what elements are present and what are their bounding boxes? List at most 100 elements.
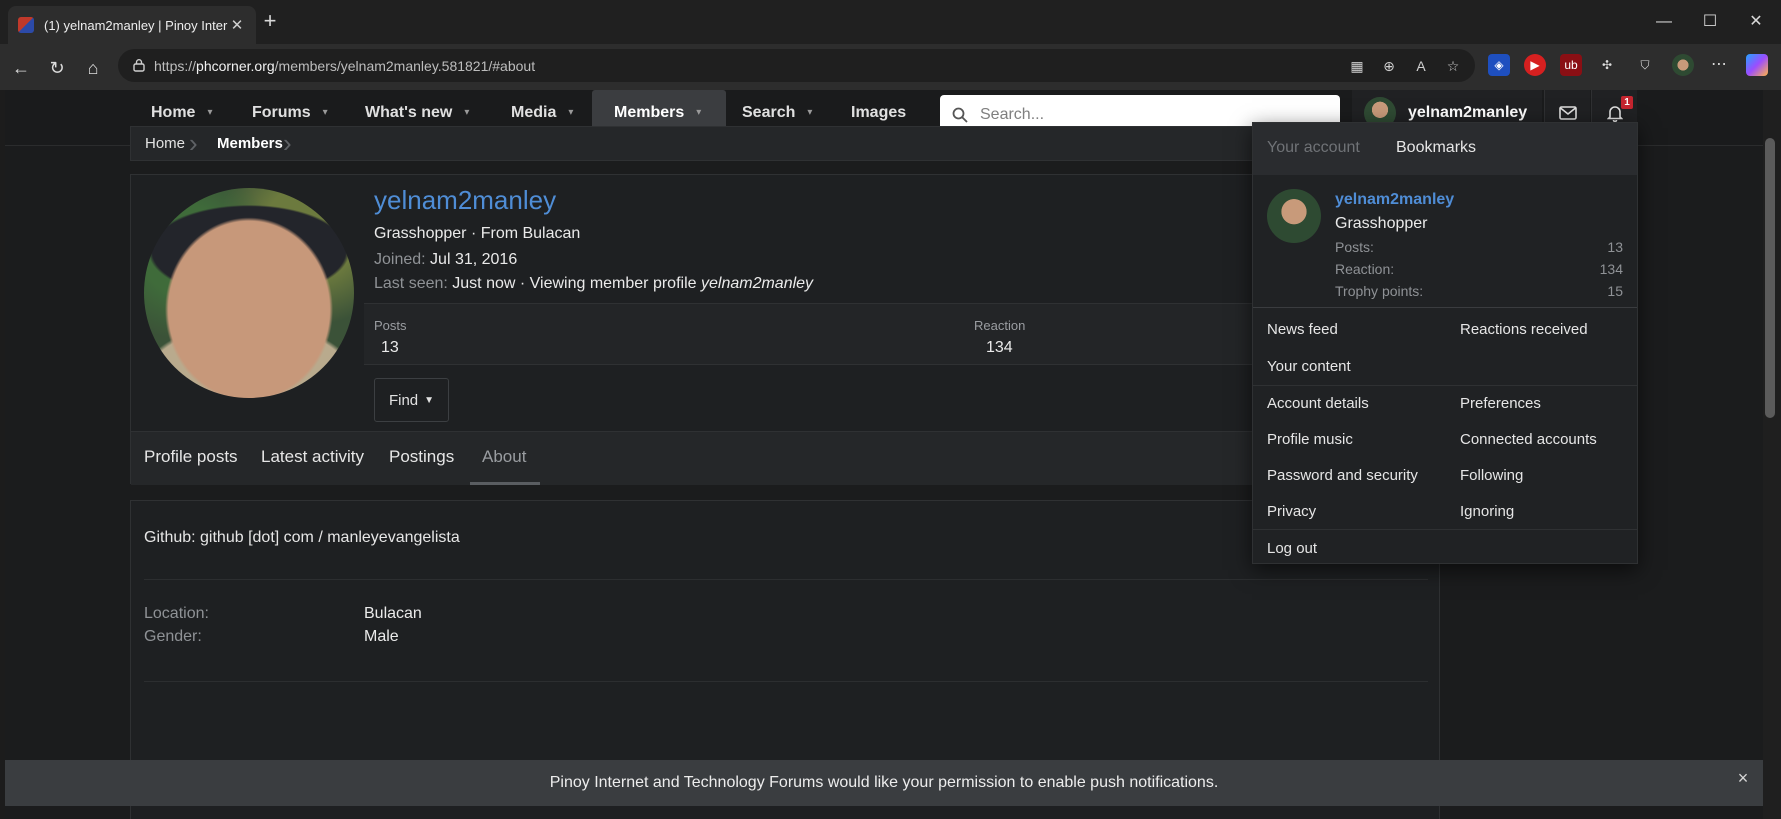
- menu-reactions-received[interactable]: Reactions received: [1460, 321, 1588, 338]
- menu-profile-music[interactable]: Profile music: [1267, 431, 1353, 448]
- breadcrumb: Home › Members ›: [130, 126, 1440, 161]
- stat-posts-value[interactable]: 13: [381, 339, 399, 357]
- envelope-icon: [1558, 105, 1577, 120]
- close-icon[interactable]: ×: [1733, 768, 1753, 788]
- menu-privacy[interactable]: Privacy: [1267, 503, 1316, 520]
- tab-postings[interactable]: Postings: [389, 432, 454, 482]
- menu-news-feed[interactable]: News feed: [1267, 321, 1338, 338]
- chevron-down-icon[interactable]: ▾: [323, 107, 328, 118]
- menu-connected-accounts[interactable]: Connected accounts: [1460, 431, 1597, 448]
- tab-profile-posts[interactable]: Profile posts: [144, 432, 238, 482]
- window-close-icon[interactable]: ✕: [1736, 8, 1776, 36]
- url-prefix: https://: [154, 57, 197, 74]
- push-notification-bar: Pinoy Internet and Technology Forums wou…: [5, 760, 1763, 806]
- nav-whats-new-label: What's new: [365, 103, 453, 121]
- menu-username[interactable]: yelnam2manley: [1335, 191, 1454, 209]
- scrollbar-thumb[interactable]: [1765, 138, 1775, 418]
- extensions-puzzle-icon[interactable]: ✣: [1596, 54, 1618, 76]
- menu-preferences[interactable]: Preferences: [1460, 395, 1541, 412]
- chevron-down-icon[interactable]: ▾: [807, 107, 812, 118]
- tab-close-icon[interactable]: ✕: [228, 16, 246, 34]
- tab-about[interactable]: About: [482, 432, 526, 482]
- favorite-star-icon[interactable]: ☆: [1442, 55, 1464, 77]
- stat-reaction-label: Reaction: [974, 318, 1026, 333]
- new-tab-button[interactable]: +: [258, 10, 282, 34]
- stat-reaction-value[interactable]: 134: [986, 339, 1013, 357]
- ublock-extension-icon[interactable]: ub: [1560, 54, 1582, 76]
- active-tab-indicator: [470, 482, 540, 485]
- avatar[interactable]: [1267, 189, 1321, 243]
- breadcrumb-home[interactable]: Home: [145, 127, 185, 160]
- browser-essentials-shield-icon[interactable]: ⛉: [1634, 54, 1656, 76]
- profile-avatar-icon[interactable]: [1672, 54, 1694, 76]
- url-path: /members/yelnam2manley.581821/#about: [274, 57, 536, 74]
- address-bar[interactable]: https://phcorner.org/members/yelnam2manl…: [118, 49, 1475, 82]
- browser-tab[interactable]: (1) yelnam2manley | Pinoy Interne ✕: [8, 6, 256, 44]
- divider: [144, 579, 1428, 580]
- divider: [1253, 307, 1637, 308]
- chevron-down-icon[interactable]: ▾: [568, 107, 573, 118]
- tab-bookmarks[interactable]: Bookmarks: [1396, 139, 1476, 157]
- divider: [144, 681, 1428, 682]
- find-label: Find: [388, 391, 419, 409]
- caret-down-icon: ▼: [424, 394, 435, 406]
- menu-log-out[interactable]: Log out: [1267, 540, 1317, 557]
- last-seen-target-link[interactable]: yelnam2manley: [701, 275, 813, 292]
- minimize-icon[interactable]: —: [1644, 8, 1684, 36]
- search-icon: [952, 107, 968, 123]
- profile-joined: Joined: Jul 31, 2016: [374, 251, 517, 269]
- home-icon[interactable]: ⌂: [80, 55, 106, 81]
- bitwarden-extension-icon[interactable]: ◈: [1488, 54, 1510, 76]
- profile-last-seen: Last seen: Just now · Viewing member pro…: [374, 275, 813, 293]
- nav-home-label: Home: [151, 103, 196, 121]
- account-username: yelnam2manley: [1408, 103, 1528, 121]
- chevron-down-icon[interactable]: ▾: [464, 107, 469, 118]
- menu-account-details[interactable]: Account details: [1267, 395, 1369, 412]
- tab-title: (1) yelnam2manley | Pinoy Interne: [44, 17, 228, 33]
- menu-ignoring[interactable]: Ignoring: [1460, 503, 1514, 520]
- divider: [1253, 385, 1637, 386]
- chevron-down-icon[interactable]: ▾: [207, 107, 212, 118]
- back-icon[interactable]: ←: [8, 55, 34, 81]
- menu-your-content[interactable]: Your content: [1267, 358, 1351, 375]
- more-menu-icon[interactable]: ⋯: [1708, 54, 1730, 76]
- chevron-down-icon[interactable]: ▾: [696, 107, 701, 118]
- menu-posts-label: Posts:: [1335, 239, 1374, 255]
- profile-tabs: Profile posts Latest activity Postings A…: [131, 431, 1439, 485]
- read-aloud-icon[interactable]: A: [1410, 55, 1432, 77]
- menu-password-security[interactable]: Password and security: [1267, 467, 1418, 484]
- breadcrumb-separator-icon: ›: [283, 128, 292, 158]
- menu-following[interactable]: Following: [1460, 467, 1523, 484]
- menu-reaction-value: 134: [1599, 261, 1623, 277]
- about-text: Github: github [dot] com / manleyevangel…: [144, 529, 460, 546]
- profile-title-line: Grasshopper · From Bulacan: [374, 225, 581, 242]
- location-value: Bulacan: [364, 605, 422, 622]
- site-favicon: [18, 17, 34, 33]
- zoom-icon[interactable]: ⊕: [1378, 55, 1400, 77]
- maximize-icon[interactable]: ☐: [1690, 8, 1730, 36]
- tab-latest-activity[interactable]: Latest activity: [261, 432, 364, 482]
- menu-trophy-label: Trophy points:: [1335, 283, 1424, 299]
- divider: [1253, 529, 1637, 530]
- nav-search-label: Search: [742, 103, 796, 121]
- profile-username[interactable]: yelnam2manley: [374, 185, 556, 216]
- breadcrumb-members[interactable]: Members: [217, 127, 283, 160]
- app-available-icon[interactable]: ▦: [1346, 55, 1368, 77]
- youtube-extension-icon[interactable]: ▶: [1524, 54, 1546, 76]
- account-dropdown-menu: Your account Bookmarks yelnam2manley Gra…: [1252, 122, 1638, 564]
- account-menu-tabs: Your account Bookmarks: [1253, 123, 1637, 175]
- profile-avatar[interactable]: [144, 188, 354, 398]
- nav-images-label: Images: [851, 103, 907, 121]
- menu-trophy-value: 15: [1607, 283, 1623, 299]
- tab-your-account[interactable]: Your account: [1267, 139, 1360, 157]
- web-page: Home ▾ Forums ▾ What's new ▾ Media ▾ Members…: [5, 90, 1763, 819]
- url-domain: phcorner.org: [196, 57, 275, 74]
- last-seen-label: Last seen:: [374, 275, 448, 292]
- menu-posts-value: 13: [1607, 239, 1623, 255]
- copilot-icon[interactable]: [1746, 54, 1768, 76]
- menu-reaction-label: Reaction:: [1335, 261, 1395, 277]
- find-button[interactable]: Find ▼: [374, 378, 449, 422]
- last-seen-value: Just now · Viewing member profile: [452, 275, 701, 292]
- reload-icon[interactable]: ↻: [44, 55, 70, 81]
- location-label: Location:: [144, 605, 209, 622]
